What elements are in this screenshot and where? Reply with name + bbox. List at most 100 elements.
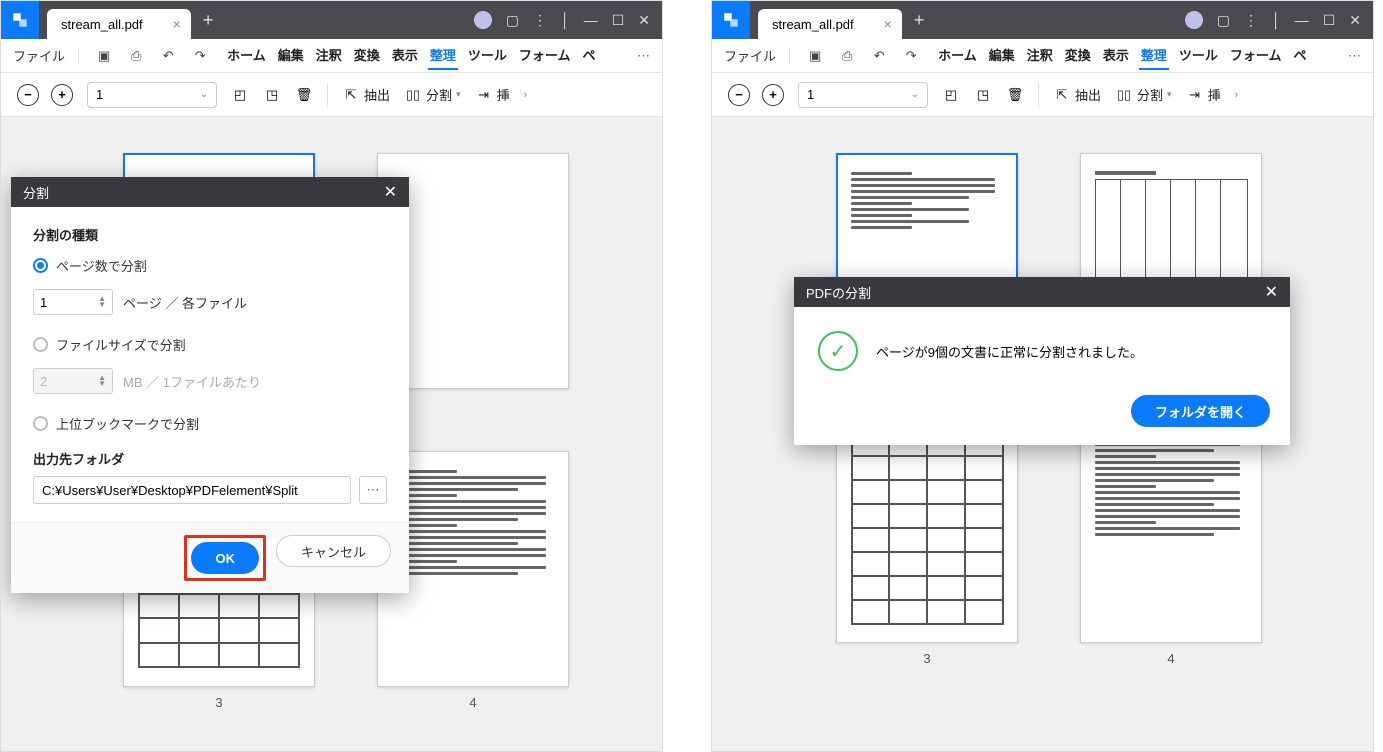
file-menu[interactable]: ファイル <box>724 46 776 65</box>
tab-view[interactable]: 表示 <box>1101 41 1131 70</box>
tab-organize[interactable]: 整理 <box>1139 41 1169 70</box>
close-window-icon[interactable]: ✕ <box>1349 12 1361 29</box>
maximize-icon[interactable]: ☐ <box>612 12 625 29</box>
tab-annotate[interactable]: 注釈 <box>1025 41 1055 70</box>
chat-icon[interactable]: ▢ <box>506 12 519 29</box>
radio-label: ファイルサイズで分割 <box>56 335 186 354</box>
scroll-right-icon[interactable]: › <box>1235 89 1239 101</box>
tab-home[interactable]: ホーム <box>225 41 268 70</box>
ellipsis-icon[interactable]: ⋯ <box>637 48 650 64</box>
tab-form[interactable]: フォーム <box>517 41 573 70</box>
redo-icon[interactable]: ↷ <box>189 45 211 67</box>
split-button[interactable]: ▯▯分割▾ <box>1115 85 1172 104</box>
scroll-right-icon[interactable]: › <box>524 89 528 101</box>
document-tab[interactable]: stream_all.pdf × <box>47 9 191 39</box>
menu-icon[interactable]: ⋮ <box>533 12 547 29</box>
tab-close-icon[interactable]: × <box>173 16 181 32</box>
undo-icon[interactable]: ↶ <box>868 45 890 67</box>
app-icon <box>712 1 750 39</box>
tab-convert[interactable]: 変換 <box>352 41 382 70</box>
output-folder-label: 出力先フォルダ <box>33 449 387 468</box>
redo-icon[interactable]: ↷ <box>900 45 922 67</box>
delete-icon[interactable]: 🗑 <box>1006 86 1024 104</box>
pages-spinner[interactable]: 1 ▲▼ <box>33 289 113 315</box>
close-window-icon[interactable]: ✕ <box>638 12 650 29</box>
print-icon[interactable]: ⎙ <box>836 45 858 67</box>
success-check-icon: ✓ <box>818 331 858 371</box>
tab-home[interactable]: ホーム <box>936 41 979 70</box>
minimize-icon[interactable]: — <box>584 12 598 28</box>
insert-button[interactable]: ⇥挿 <box>475 85 510 104</box>
rotate-left-icon[interactable]: ◰ <box>231 86 249 104</box>
insert-button[interactable]: ⇥挿 <box>1186 85 1221 104</box>
page-thumbnail-3[interactable] <box>836 413 1018 643</box>
radio-split-by-size[interactable] <box>33 337 48 352</box>
new-tab-button[interactable]: + <box>914 10 925 31</box>
dialog-close-icon[interactable]: ✕ <box>1265 282 1278 302</box>
tab-tools[interactable]: ツール <box>466 41 509 70</box>
tab-edit[interactable]: 編集 <box>987 41 1017 70</box>
tab-edit[interactable]: 編集 <box>276 41 306 70</box>
split-button[interactable]: ▯▯分割▾ <box>404 85 461 104</box>
minimize-icon[interactable]: — <box>1295 12 1309 28</box>
delete-icon[interactable]: 🗑 <box>295 86 313 104</box>
undo-icon[interactable]: ↶ <box>157 45 179 67</box>
page-thumbnail-4[interactable] <box>1080 413 1262 643</box>
menubar: ファイル │ ▣ ⎙ ↶ ↷ ホーム 編集 注釈 変換 表示 整理 ツール フォ… <box>1 39 662 73</box>
avatar-icon[interactable] <box>1185 11 1203 29</box>
radio-label: ページ数で分割 <box>56 256 147 275</box>
file-menu[interactable]: ファイル <box>13 46 65 65</box>
avatar-icon[interactable] <box>474 11 492 29</box>
new-tab-button[interactable]: + <box>203 10 214 31</box>
menu-icon[interactable]: ⋮ <box>1244 12 1258 29</box>
ellipsis-icon[interactable]: ⋯ <box>1348 48 1361 64</box>
titlebar: stream_all.pdf × + ▢ ⋮ │ — ☐ ✕ <box>712 1 1373 39</box>
tab-overflow[interactable]: ペ <box>1291 41 1308 70</box>
extract-button[interactable]: ⇱抽出 <box>342 85 390 104</box>
print-icon[interactable]: ⎙ <box>125 45 147 67</box>
extract-button[interactable]: ⇱抽出 <box>1053 85 1101 104</box>
save-icon[interactable]: ▣ <box>93 45 115 67</box>
open-folder-button[interactable]: フォルダを開く <box>1131 395 1270 427</box>
tab-organize[interactable]: 整理 <box>428 41 458 70</box>
rotate-right-icon[interactable]: ◳ <box>974 86 992 104</box>
document-tab[interactable]: stream_all.pdf × <box>758 9 902 39</box>
tab-title: stream_all.pdf <box>772 17 854 32</box>
save-icon[interactable]: ▣ <box>804 45 826 67</box>
tab-convert[interactable]: 変換 <box>1063 41 1093 70</box>
actionbar: − + 1 ⌄ ◰ ◳ 🗑 ⇱抽出 ▯▯分割▾ ⇥挿 › <box>712 73 1373 117</box>
page-number: 4 <box>469 695 476 710</box>
split-dialog: 分割 ✕ 分割の種類 ページ数で分割 1 ▲▼ ページ ／ 各ファイル <box>11 177 409 593</box>
chevron-down-icon: ⌄ <box>200 89 208 100</box>
page-input[interactable]: 1 ⌄ <box>87 82 217 108</box>
pages-suffix: ページ ／ 各ファイル <box>123 293 247 312</box>
tab-view[interactable]: 表示 <box>390 41 420 70</box>
zoom-out-button[interactable]: − <box>728 84 750 106</box>
radio-split-by-pages[interactable] <box>33 258 48 273</box>
page-input[interactable]: 1 ⌄ <box>798 82 928 108</box>
tab-close-icon[interactable]: × <box>884 16 892 32</box>
tab-tools[interactable]: ツール <box>1177 41 1220 70</box>
maximize-icon[interactable]: ☐ <box>1323 12 1336 29</box>
section-label: 分割の種類 <box>33 225 387 244</box>
rotate-left-icon[interactable]: ◰ <box>942 86 960 104</box>
app-icon <box>1 1 39 39</box>
ok-button[interactable]: OK <box>191 542 259 574</box>
zoom-in-button[interactable]: + <box>762 84 784 106</box>
tab-form[interactable]: フォーム <box>1228 41 1284 70</box>
radio-split-by-bookmark[interactable] <box>33 416 48 431</box>
menubar: ファイル │ ▣ ⎙ ↶ ↷ ホーム 編集 注釈 変換 表示 整理 ツール フォ… <box>712 39 1373 73</box>
rotate-right-icon[interactable]: ◳ <box>263 86 281 104</box>
dialog-close-icon[interactable]: ✕ <box>384 182 397 202</box>
tab-annotate[interactable]: 注釈 <box>314 41 344 70</box>
output-folder-input[interactable]: C:¥Users¥User¥Desktop¥PDFelement¥Split <box>33 476 351 504</box>
tab-overflow[interactable]: ペ <box>580 41 597 70</box>
chat-icon[interactable]: ▢ <box>1217 12 1230 29</box>
zoom-in-button[interactable]: + <box>51 84 73 106</box>
page-number: 3 <box>215 695 222 710</box>
cancel-button[interactable]: キャンセル <box>276 535 391 567</box>
zoom-out-button[interactable]: − <box>17 84 39 106</box>
browse-folder-button[interactable]: ⋯ <box>359 476 387 504</box>
ok-highlight: OK <box>184 535 266 581</box>
titlebar: stream_all.pdf × + ▢ ⋮ │ — ☐ ✕ <box>1 1 662 39</box>
